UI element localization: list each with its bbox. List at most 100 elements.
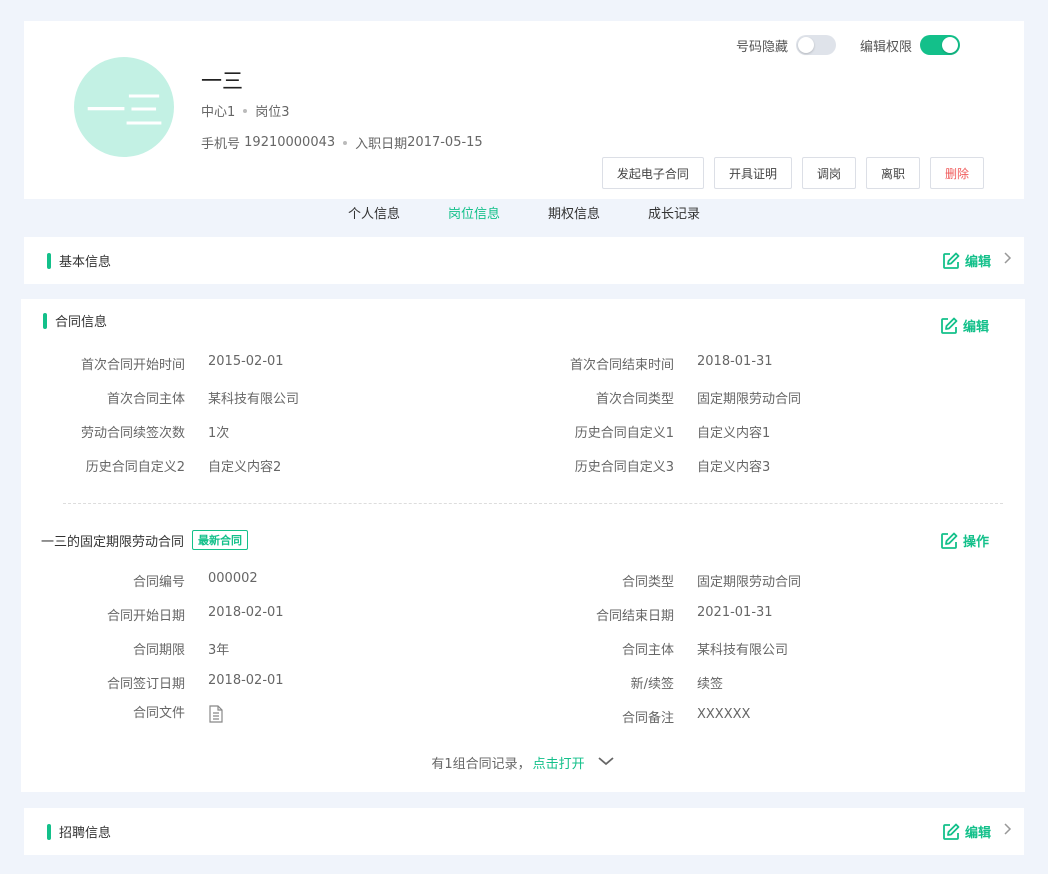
tab-bar: 个人信息 岗位信息 期权信息 成长记录	[0, 199, 1048, 231]
tab-personal-info[interactable]: 个人信息	[324, 199, 424, 231]
chevron-down-icon[interactable]	[597, 755, 615, 770]
contract-edit-link[interactable]: 编辑	[940, 316, 989, 335]
section-accent-bar	[47, 252, 51, 269]
latest-contract-header: 一三的固定期限劳动合同 最新合同	[41, 530, 249, 550]
recruit-info-card: 招聘信息 编辑	[24, 808, 1024, 855]
number-hide-toggle-group: 号码隐藏	[736, 35, 837, 55]
field-label: 合同编号	[132, 575, 185, 590]
profile-actions: 发起电子合同 开具证明 调岗 离职 删除	[601, 157, 984, 189]
field-value: 2018-02-01	[208, 605, 284, 620]
contract-file-row: 合同文件	[35, 705, 224, 727]
contract-info-title: 合同信息	[55, 315, 108, 330]
first-contract-entity-row: 首次合同主体 某科技有限公司	[35, 388, 299, 407]
field-label: 劳动合同续签次数	[80, 426, 185, 441]
separator-dot	[243, 108, 248, 113]
contact-info: 手机号 19210000043 入职日期 2017-05-15	[201, 133, 483, 152]
contract-card: 合同信息 编辑 首次合同开始时间 2015-02-01 首次合同主体 某科技有限公司…	[21, 299, 1025, 792]
sign-contract-button[interactable]: 发起电子合同	[601, 157, 704, 189]
history-custom2-row: 历史合同自定义2 自定义内容2	[35, 456, 282, 475]
hire-date-label: 入职日期	[355, 137, 408, 152]
edit-icon	[941, 317, 958, 334]
field-label: 合同类型	[621, 575, 674, 590]
latest-contract-badge: 最新合同	[192, 530, 249, 550]
edit-permission-toggle[interactable]	[920, 35, 961, 55]
hire-date: 2017-05-15	[407, 135, 483, 150]
history-custom1-row: 历史合同自定义1 自定义内容1	[524, 422, 771, 441]
field-value: 3年	[208, 643, 230, 658]
transfer-button[interactable]: 调岗	[801, 157, 856, 189]
field-value: 000002	[208, 571, 258, 586]
field-value: 2021-01-31	[697, 605, 773, 620]
number-hide-toggle[interactable]	[796, 35, 837, 55]
document-icon[interactable]	[208, 705, 224, 723]
phone-label: 手机号	[201, 137, 241, 152]
dashed-divider	[63, 503, 1003, 504]
edit-icon	[943, 823, 960, 840]
contract-end-row: 合同结束日期 2021-01-31	[524, 605, 773, 624]
edit-label: 编辑	[965, 255, 992, 270]
history-custom3-row: 历史合同自定义3 自定义内容3	[524, 456, 771, 475]
basic-info-title: 基本信息	[59, 255, 112, 270]
contract-number-row: 合同编号 000002	[35, 571, 258, 590]
tab-position-info[interactable]: 岗位信息	[424, 199, 524, 231]
contract-term-row: 合同期限 3年	[35, 639, 229, 658]
basic-info-edit-link[interactable]: 编辑	[942, 251, 991, 270]
field-label: 首次合同结束时间	[569, 358, 674, 373]
delete-button[interactable]: 删除	[929, 157, 984, 189]
contract-remark-row: 合同备注 XXXXXX	[524, 707, 750, 726]
contract-type-row: 合同类型 固定期限劳动合同	[524, 571, 801, 590]
field-value: 某科技有限公司	[208, 392, 300, 407]
field-value: 2018-02-01	[208, 673, 284, 688]
avatar-text: 一三	[86, 88, 164, 134]
field-label: 合同主体	[621, 643, 674, 658]
renewal-count-row: 劳动合同续签次数 1次	[35, 422, 229, 441]
position: 岗位3	[255, 105, 290, 120]
contract-new-renew-row: 新/续签 续签	[524, 673, 723, 692]
recruit-info-edit-link[interactable]: 编辑	[942, 822, 991, 841]
edit-label: 编辑	[963, 320, 990, 335]
field-value: 固定期限劳动合同	[697, 392, 802, 407]
field-label: 合同备注	[621, 711, 674, 726]
field-label: 首次合同类型	[595, 392, 674, 407]
contract-sign-date-row: 合同签订日期 2018-02-01	[35, 673, 284, 692]
tab-growth-record[interactable]: 成长记录	[624, 199, 724, 231]
field-label: 首次合同主体	[106, 392, 185, 407]
field-value: 自定义内容3	[697, 460, 771, 475]
separator-dot	[343, 140, 348, 145]
basic-info-header: 基本信息	[47, 251, 111, 270]
chevron-right-icon[interactable]	[1003, 822, 1013, 840]
field-label: 合同签订日期	[106, 677, 185, 692]
field-label: 合同期限	[132, 643, 185, 658]
chevron-right-icon[interactable]	[1003, 251, 1013, 269]
contract-operate-link[interactable]: 操作	[940, 531, 989, 550]
edit-label: 编辑	[965, 826, 992, 841]
field-label: 首次合同开始时间	[80, 358, 185, 373]
profile-card: 一三 一三 中心1 岗位3 手机号 19210000043 入职日期 2017-0…	[24, 21, 1024, 199]
certificate-button[interactable]: 开具证明	[713, 157, 792, 189]
contract-start-row: 合同开始日期 2018-02-01	[35, 605, 284, 624]
field-label: 合同文件	[132, 706, 185, 721]
section-accent-bar	[43, 312, 47, 329]
field-value: 2018-01-31	[697, 354, 773, 369]
field-value: 自定义内容1	[697, 426, 771, 441]
field-value: 固定期限劳动合同	[697, 575, 802, 590]
employee-name: 一三	[201, 69, 243, 93]
section-accent-bar	[47, 823, 51, 840]
field-value	[208, 705, 224, 727]
field-value: 自定义内容2	[208, 460, 282, 475]
field-label: 历史合同自定义3	[574, 460, 674, 475]
tab-options-info[interactable]: 期权信息	[524, 199, 624, 231]
latest-contract-title: 一三的固定期限劳动合同	[41, 534, 185, 550]
records-text: 有1组合同记录，	[431, 757, 531, 772]
recruit-info-title: 招聘信息	[59, 826, 112, 841]
field-value: 1次	[208, 426, 230, 441]
recruit-info-header: 招聘信息	[47, 822, 111, 841]
field-value: 2015-02-01	[208, 354, 284, 369]
contract-records-footer: 有1组合同记录， 点击打开	[21, 753, 1025, 772]
field-value: 某科技有限公司	[697, 643, 789, 658]
edit-icon	[941, 532, 958, 549]
field-label: 合同结束日期	[595, 609, 674, 624]
first-contract-type-row: 首次合同类型 固定期限劳动合同	[524, 388, 801, 407]
records-open-link[interactable]: 点击打开	[533, 753, 585, 772]
resign-button[interactable]: 离职	[865, 157, 920, 189]
